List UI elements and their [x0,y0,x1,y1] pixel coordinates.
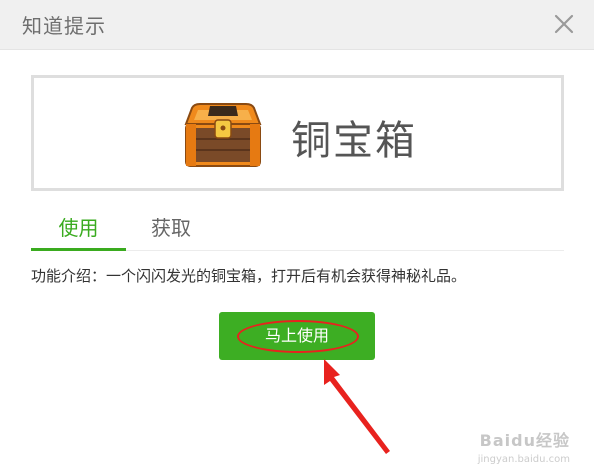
watermark: Baidu经验 [479,431,570,450]
annotation-red-arrow [324,359,390,454]
function-description: 功能介绍：一个闪闪发光的铜宝箱，打开后有机会获得神秘礼品。 [31,267,467,285]
tab-use[interactable]: 使用 [31,213,126,251]
dialog-header: 知道提示 [0,0,594,50]
dialog-title: 知道提示 [22,14,106,38]
prompt-dialog: 知道提示 铜宝箱 使用 获取 功能介绍：一个闪闪发光的铜宝箱，打开后有机会获得神… [0,0,594,471]
item-name: 铜宝箱 [291,118,417,164]
treasure-chest-icon [180,102,266,170]
tab-get[interactable]: 获取 [151,213,191,251]
tab-bar: 使用 获取 [31,213,564,251]
item-card: 铜宝箱 [31,75,564,191]
use-now-button[interactable]: 马上使用 [219,312,375,360]
watermark-url: jingyan.baidu.com [477,454,570,465]
close-icon[interactable] [552,12,576,36]
